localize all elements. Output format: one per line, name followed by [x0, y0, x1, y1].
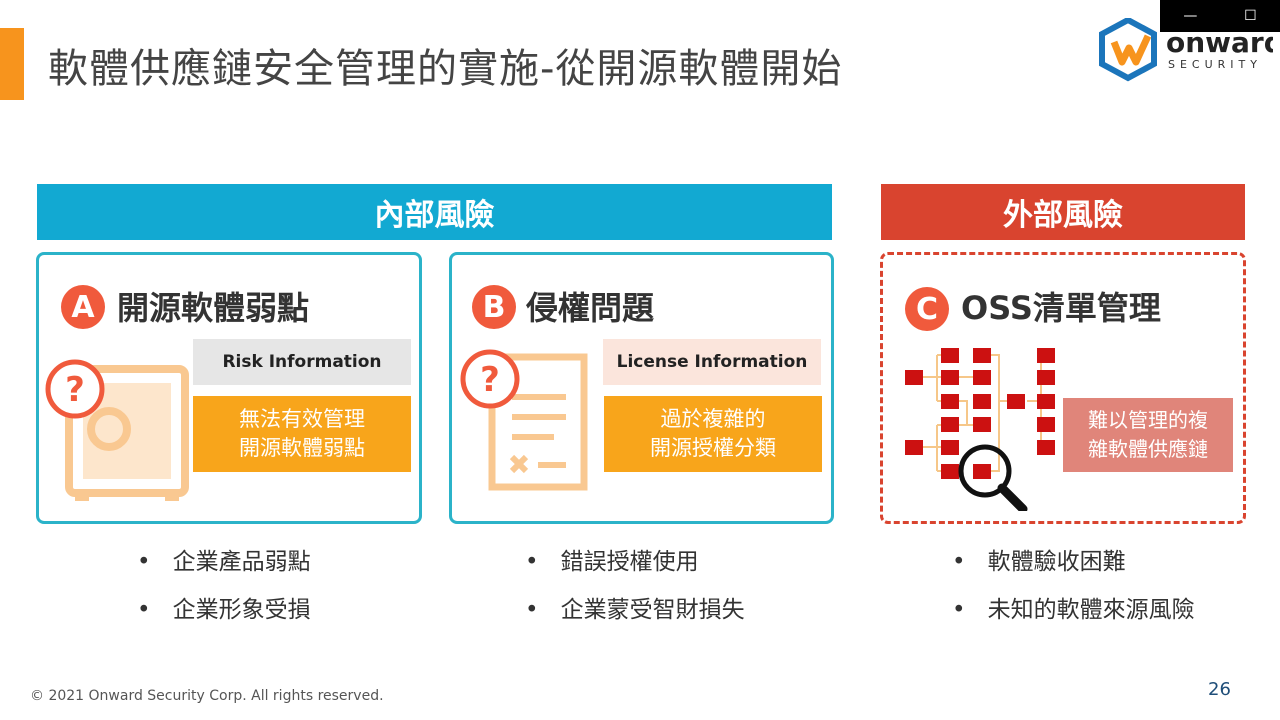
page-number: 26 [1208, 679, 1231, 700]
dependency-tree-icon [905, 348, 1055, 511]
bullet-item: 企業蒙受智財損失 [525, 586, 745, 634]
badge-b: B [472, 285, 516, 329]
vulnerable-safe-icon: ? [45, 359, 189, 501]
orange-callout: 無法有效管理 開源軟體弱點 [193, 396, 411, 472]
badge-a: A [61, 285, 105, 329]
bullet-item: 企業形象受損 [137, 586, 311, 634]
orange-callout: 過於複雜的 開源授權分類 [604, 396, 822, 472]
card-license-issues: B 侵權問題 ? License Information 過於複雜的 開源授權分… [449, 252, 834, 524]
bullet-list-b: 錯誤授權使用 企業蒙受智財損失 [525, 538, 745, 634]
card-title: 開源軟體弱點 [117, 289, 310, 327]
risk-information-label: Risk Information [193, 339, 411, 385]
svg-text:SECURITY: SECURITY [1168, 58, 1262, 71]
card-title: 侵權問題 [526, 289, 655, 327]
external-risk-header: 外部風險 [881, 184, 1245, 240]
badge-c: C [905, 287, 949, 331]
callout-line: 無法有效管理 [239, 407, 365, 431]
callout-line: 開源軟體弱點 [239, 436, 365, 460]
license-document-icon: ? [460, 349, 588, 491]
bullet-item: 錯誤授權使用 [525, 538, 745, 586]
salmon-callout: 難以管理的複 雜軟體供應鏈 [1063, 398, 1233, 472]
internal-risk-header: 內部風險 [37, 184, 832, 240]
callout-line: 過於複雜的 [660, 407, 766, 431]
minimize-icon[interactable]: — [1183, 8, 1197, 24]
bullet-list-c: 軟體驗收困難 未知的軟體來源風險 [952, 538, 1195, 634]
title-accent-bar [0, 28, 24, 100]
bullet-list-a: 企業產品弱點 企業形象受損 [137, 538, 311, 634]
callout-line: 雜軟體供應鏈 [1088, 437, 1208, 461]
card-oss-inventory: C OSS清單管理 難以管理的複 雜軟體供應鏈 [880, 252, 1246, 524]
bullet-item: 軟體驗收困難 [952, 538, 1195, 586]
bullet-item: 未知的軟體來源風險 [952, 586, 1195, 634]
svg-text:?: ? [480, 360, 500, 400]
slide-title: 軟體供應鏈安全管理的實施-從開源軟體開始 [48, 46, 843, 92]
license-information-label: License Information [603, 339, 821, 385]
maximize-icon[interactable]: ☐ [1244, 8, 1257, 24]
callout-line: 開源授權分類 [650, 436, 776, 460]
card-title: OSS清單管理 [961, 289, 1161, 327]
callout-line: 難以管理的複 [1088, 408, 1208, 432]
window-controls: — ☐ [1160, 0, 1280, 32]
bullet-item: 企業產品弱點 [137, 538, 311, 586]
card-oss-vulnerabilities: A 開源軟體弱點 ? Risk Information 無法有效管理 開源軟體弱… [36, 252, 422, 524]
copyright-footer: © 2021 Onward Security Corp. All rights … [30, 688, 384, 704]
svg-text:?: ? [65, 370, 85, 410]
